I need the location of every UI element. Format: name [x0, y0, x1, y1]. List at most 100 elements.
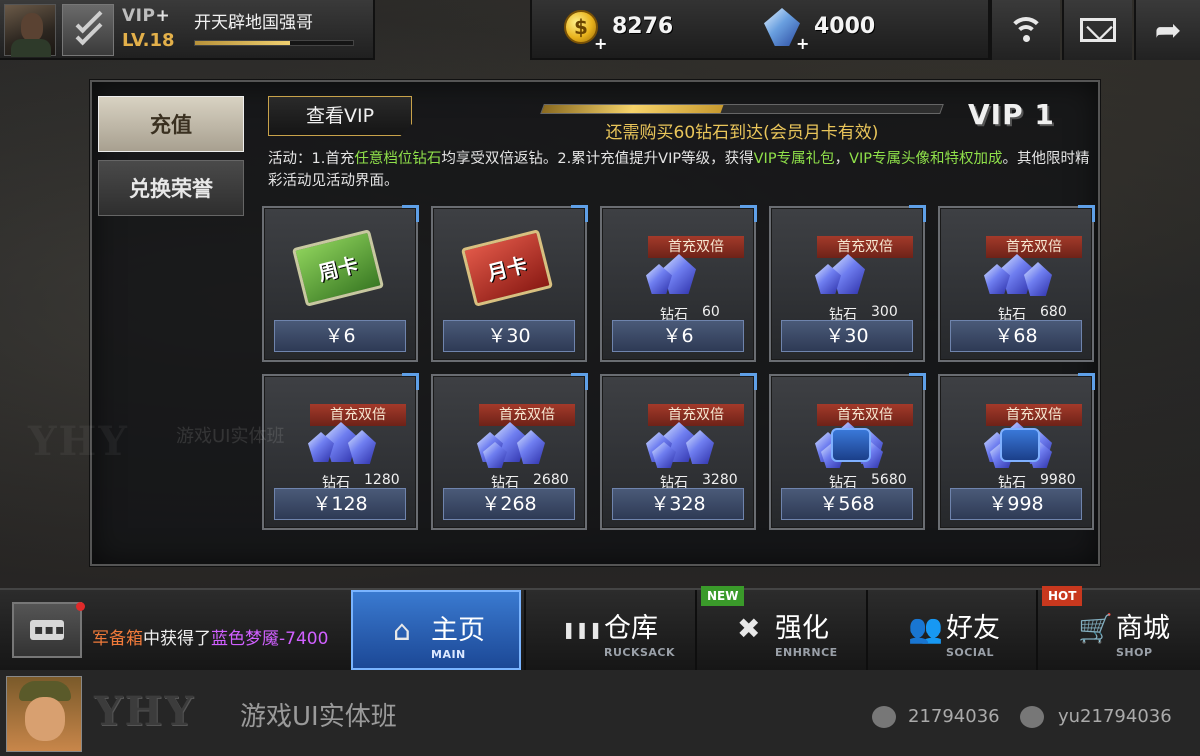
wifi-button[interactable]: [990, 0, 1060, 60]
price-button[interactable]: ￥268: [443, 488, 575, 520]
product-card[interactable]: 首充双倍 钻石 680 ￥68: [938, 205, 1095, 362]
wechat-icon: [1020, 706, 1044, 728]
nav-tab-main[interactable]: ⌂ 主页 MAIN: [351, 590, 521, 670]
nav-sublabel: RUCKSACK: [604, 646, 676, 659]
product-card[interactable]: 首充双倍 钻石 60 ￥6: [600, 205, 757, 362]
hot-badge: HOT: [1042, 586, 1083, 606]
product-card[interactable]: 首充双倍 钻石 300 ￥30: [769, 205, 926, 362]
gold-coin-icon: $: [564, 10, 598, 44]
diamond-count: 2680: [533, 472, 569, 488]
diamond-pile-icon: [984, 246, 1052, 302]
diamond-count: 5680: [871, 472, 907, 488]
qq-number: 21794036: [908, 706, 1000, 727]
share-button[interactable]: ➦: [1134, 0, 1200, 60]
nav-tab-rucksack[interactable]: ❚❚❚ 仓库 RUCKSACK: [524, 590, 694, 670]
vip-level-label: VIP 1: [968, 98, 1055, 131]
diamond-count: 300: [871, 304, 898, 320]
avatar-face: [21, 13, 43, 41]
add-gold-button[interactable]: +: [594, 34, 607, 53]
nav-tab-social[interactable]: 👥 好友 SOCIAL: [866, 590, 1036, 670]
exp-bar-fill: [195, 41, 290, 45]
diamond-count: 3280: [702, 472, 738, 488]
activity-highlight: 任意档位钻石: [354, 151, 442, 167]
tab-recharge[interactable]: 充值: [98, 96, 244, 152]
diamond-pile-icon: [646, 246, 710, 302]
player-level: LV.18: [122, 30, 175, 51]
activity-description: 活动：1.首充任意档位钻石均享受双倍返钻。2.累计充值提升VIP等级，获得VIP…: [268, 148, 1094, 192]
nav-tab-enhrnce[interactable]: ✖ 强化 ENHRNCE NEW: [695, 586, 865, 670]
bottom-nav-bar: 军备箱中获得了蓝色梦魇-7400 ⌂ 主页 MAIN ❚❚❚仓库 RUCKSACK ✖ 强化…: [0, 586, 1200, 670]
ticker-item: 军备箱: [92, 629, 143, 649]
monthly-card-icon: 月卡: [460, 229, 554, 307]
qq-icon: [872, 706, 896, 728]
mail-icon: [1080, 18, 1116, 42]
weekly-card-icon: 周卡: [291, 229, 385, 307]
player-name: 开天辟地国强哥: [194, 13, 313, 33]
nav-tab-shop[interactable]: 🛒 商城 SHOP HOT: [1036, 586, 1200, 670]
recharge-content: 查看VIP 还需购买60钻石到达(会员月卡有效) VIP 1 活动：1.首充任意…: [262, 92, 1095, 562]
product-card[interactable]: 首充双倍 钻石 1280 ￥128: [262, 373, 419, 530]
player-avatar[interactable]: [4, 4, 56, 57]
activity-text: 活动：1.首充: [268, 151, 355, 167]
price-button[interactable]: ￥998: [950, 488, 1082, 520]
product-card[interactable]: 月卡 ￥30: [431, 205, 588, 362]
diamond-count: 1280: [364, 472, 400, 488]
wifi-dot: [1023, 35, 1030, 42]
top-bar: VIP+ LV.18 开天辟地国强哥 $ + 8276 + 4000 ➦: [0, 0, 1200, 62]
author-avatar: [6, 676, 82, 752]
home-icon: ⌂: [393, 614, 411, 647]
diamond-pile-icon: [308, 414, 376, 470]
view-vip-button[interactable]: 查看VIP: [268, 96, 412, 136]
avatar-body: [11, 39, 51, 57]
price-button[interactable]: ￥328: [612, 488, 744, 520]
gold-amount: 8276: [612, 14, 674, 39]
chat-icon: [30, 620, 65, 640]
tab-exchange-honor[interactable]: 兑换荣誉: [98, 160, 244, 216]
currency-bar: $ + 8276 + 4000: [530, 0, 990, 60]
watermark-logo: YHY: [28, 418, 129, 465]
diamond-icon: [764, 8, 800, 46]
add-diamond-button[interactable]: +: [796, 34, 809, 53]
price-button[interactable]: ￥6: [612, 320, 744, 352]
nav-label: 好友: [946, 613, 1000, 644]
nav-label: 商城: [1116, 613, 1170, 644]
diamond-pile-icon: [646, 414, 714, 470]
chat-button[interactable]: [12, 602, 82, 658]
exp-bar: [194, 40, 354, 46]
nav-sublabel: MAIN: [431, 648, 466, 661]
price-button[interactable]: ￥30: [443, 320, 575, 352]
wifi-icon: [1008, 17, 1044, 43]
footer-banner: YHY 游戏UI实体班 21794036 yu21794036: [0, 670, 1200, 756]
treasure-chest-icon: [1000, 428, 1040, 462]
recharge-panel: 充值 兑换荣誉 查看VIP 还需购买60钻石到达(会员月卡有效) VIP 1 活…: [90, 80, 1100, 566]
price-button[interactable]: ￥6: [274, 320, 406, 352]
product-card[interactable]: 周卡 ￥6: [262, 205, 419, 362]
price-button[interactable]: ￥30: [781, 320, 913, 352]
price-button[interactable]: ￥128: [274, 488, 406, 520]
avatar-face: [25, 697, 65, 741]
diamond-pile-icon: [984, 414, 1052, 470]
product-card[interactable]: 首充双倍 钻石 3280 ￥328: [600, 373, 757, 530]
nav-sublabel: SHOP: [1116, 646, 1153, 659]
ticker-text: 中获得了: [143, 629, 211, 649]
product-card[interactable]: 首充双倍 钻石 2680 ￥268: [431, 373, 588, 530]
nav-sublabel: ENHRNCE: [775, 646, 838, 659]
diamond-count: 680: [1040, 304, 1067, 320]
side-tabs: 充值 兑换荣誉: [92, 82, 252, 564]
ammo-icon: ❚❚❚: [562, 620, 603, 639]
treasure-chest-icon: [831, 428, 871, 462]
ticker-reward: 蓝色梦魇-7400: [211, 629, 329, 649]
player-info[interactable]: VIP+ LV.18 开天辟地国强哥: [0, 0, 375, 60]
price-button[interactable]: ￥68: [950, 320, 1082, 352]
nav-sublabel: SOCIAL: [946, 646, 994, 659]
friends-icon: 👥: [908, 612, 943, 645]
new-badge: NEW: [701, 586, 745, 606]
nav-label: 主页: [431, 615, 485, 646]
product-card[interactable]: 首充双倍 钻石 5680 ￥568: [769, 373, 926, 530]
nav-label: 强化: [775, 613, 829, 644]
mail-button[interactable]: [1062, 0, 1132, 60]
price-button[interactable]: ￥568: [781, 488, 913, 520]
rank-chevron-icon: [62, 4, 114, 56]
product-card[interactable]: 首充双倍 钻石 9980 ￥998: [938, 373, 1095, 530]
diamond-amount: 4000: [814, 14, 876, 39]
